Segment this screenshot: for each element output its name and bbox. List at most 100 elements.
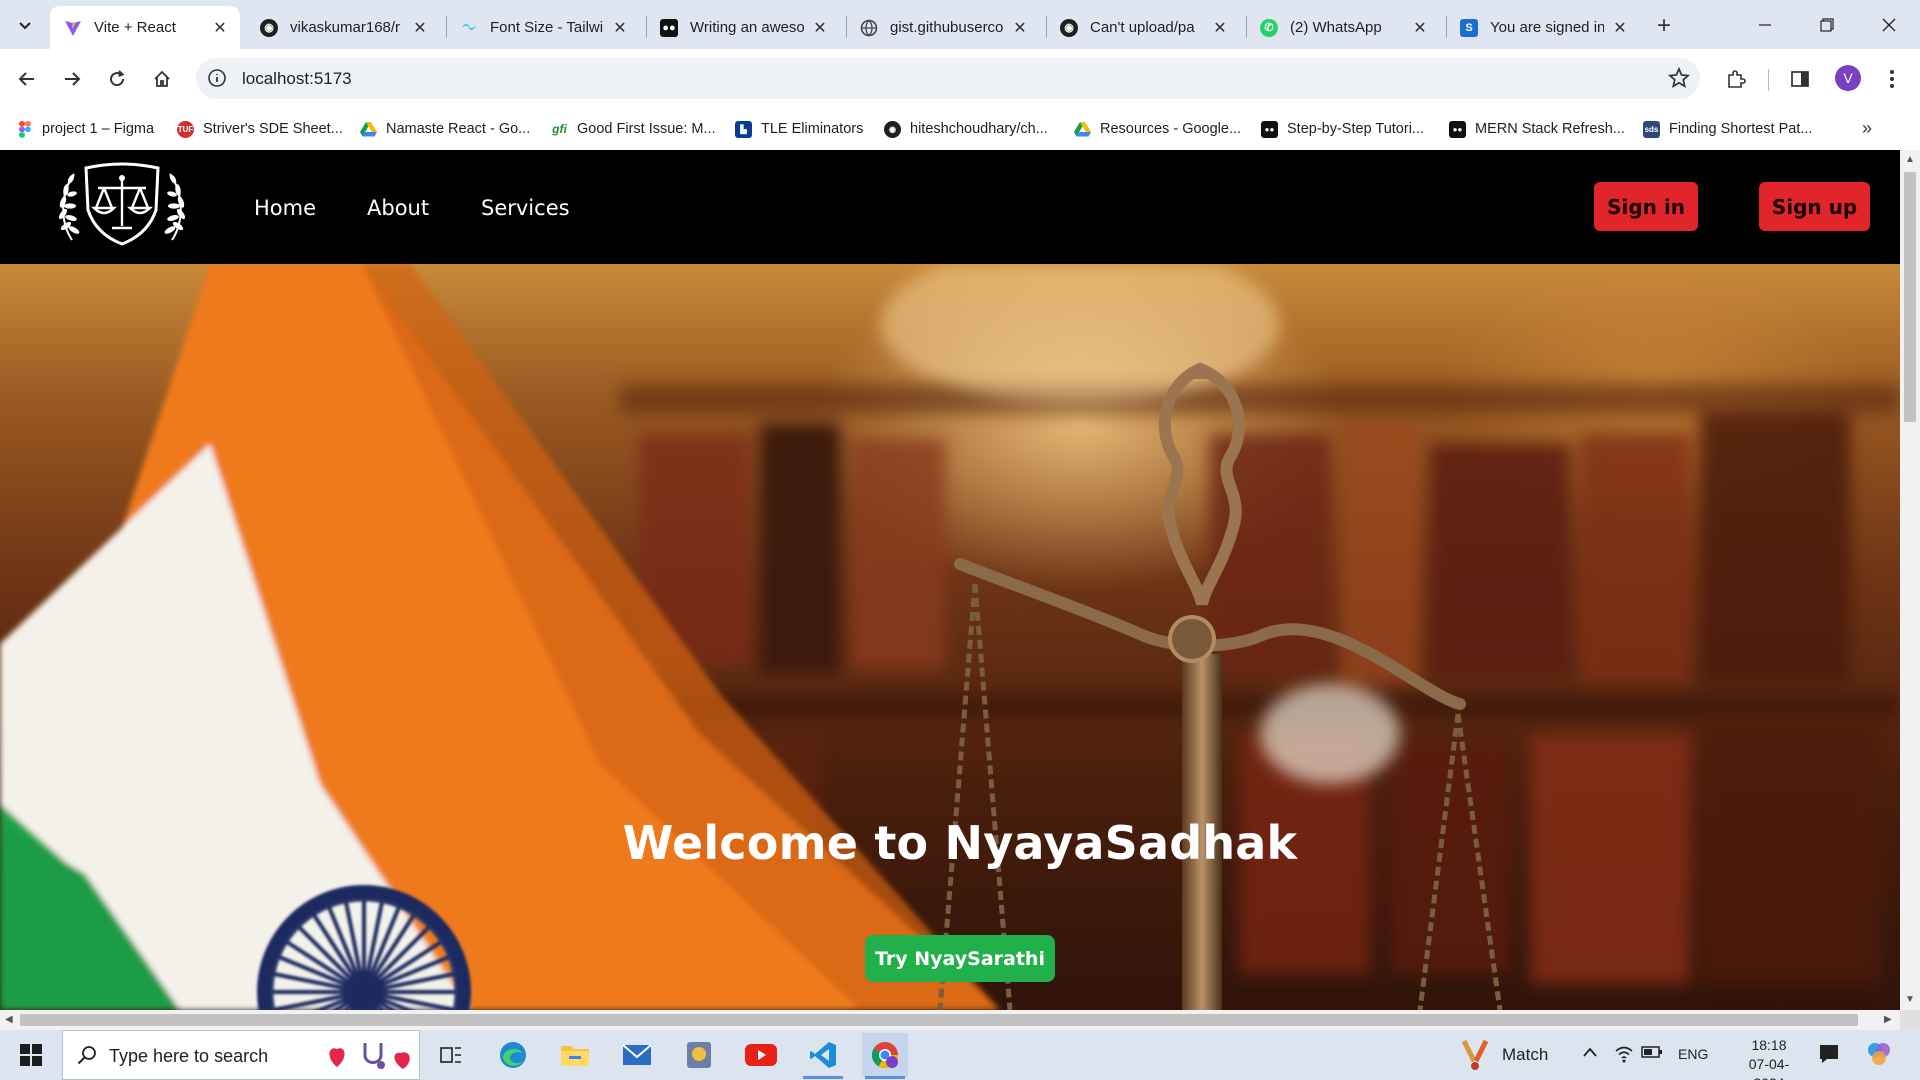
sign-up-button[interactable]: Sign up [1759, 182, 1870, 231]
extensions-button[interactable] [1719, 62, 1753, 96]
bookmark-hitesh[interactable]: ◉ hiteshchoudhary/ch... [884, 117, 1048, 141]
tab-github-issue[interactable]: ◉ Can't upload/pa ✕ [1046, 6, 1240, 49]
close-icon[interactable]: ✕ [810, 18, 830, 38]
medium-icon: ●● [1261, 120, 1278, 138]
bookmark-tle[interactable]: ▙ TLE Eliminators [735, 117, 863, 141]
tle-icon: ▙ [735, 120, 752, 138]
edge-browser-button[interactable] [490, 1037, 536, 1073]
tab-github-repo[interactable]: ◉ vikaskumar168/r ✕ [246, 6, 440, 49]
back-button[interactable] [10, 62, 44, 96]
home-icon [154, 70, 170, 87]
bookmark-striver[interactable]: TUF Striver's SDE Sheet... [177, 117, 343, 141]
bookmark-mern[interactable]: ●● MERN Stack Refresh... [1449, 117, 1625, 141]
scroll-down-arrow-icon[interactable]: ▼ [1905, 994, 1915, 1005]
vscode-running-indicator [803, 1076, 843, 1079]
weather-widget[interactable] [1460, 1039, 1490, 1076]
vertical-scroll-thumb[interactable] [1904, 172, 1916, 422]
notification-icon[interactable] [1818, 1043, 1840, 1069]
bookmark-shortest-path[interactable]: sds Finding Shortest Pat... [1643, 117, 1812, 141]
tab-whatsapp[interactable]: ✆ (2) WhatsApp ✕ [1246, 6, 1440, 49]
file-explorer-button[interactable] [552, 1037, 598, 1073]
forward-button[interactable] [55, 62, 89, 96]
scroll-right-arrow-icon[interactable]: ▶ [1884, 1014, 1892, 1025]
weather-label[interactable]: Match [1502, 1045, 1548, 1065]
tab-title: Writing an aweso [690, 19, 804, 36]
tab-medium[interactable]: ●● Writing an aweso ✕ [646, 6, 840, 49]
close-window-button[interactable] [1858, 0, 1920, 49]
minimize-button[interactable] [1734, 0, 1796, 49]
nav-home-link[interactable]: Home [254, 196, 316, 220]
pinned-app-button[interactable] [676, 1037, 722, 1073]
tab-tailwind[interactable]: Font Size - Tailwi ✕ [446, 6, 640, 49]
new-tab-button[interactable]: + [1650, 12, 1678, 40]
nav-about-link[interactable]: About [367, 196, 429, 220]
justice-scales-logo[interactable] [52, 160, 192, 250]
close-icon[interactable]: ✕ [210, 18, 230, 38]
url-text[interactable]: localhost:5173 [242, 69, 352, 89]
tab-strip: Vite + React ✕ ◉ vikaskumar168/r ✕ Font … [0, 0, 1920, 49]
close-icon[interactable]: ✕ [1010, 18, 1030, 38]
home-button[interactable] [145, 62, 179, 96]
tab-vite-react[interactable]: Vite + React ✕ [50, 6, 240, 49]
close-icon[interactable]: ✕ [1210, 18, 1230, 38]
bookmark-namaste-react[interactable]: Namaste React - Go... [360, 117, 530, 141]
edge-icon [500, 1042, 526, 1068]
tab-title: Can't upload/pa [1090, 19, 1195, 36]
menu-button[interactable] [1875, 62, 1909, 96]
close-icon[interactable]: ✕ [410, 18, 430, 38]
bookmark-label: MERN Stack Refresh... [1475, 121, 1625, 137]
chevron-double-right-icon[interactable]: » [1862, 118, 1872, 139]
youtube-button[interactable] [738, 1037, 784, 1073]
close-icon[interactable]: ✕ [610, 18, 630, 38]
profile-avatar[interactable]: V [1835, 65, 1861, 91]
system-clock[interactable]: 18:18 07-04-2024 [1734, 1036, 1804, 1080]
nav-services-link[interactable]: Services [481, 196, 570, 220]
scroll-up-arrow-icon[interactable]: ▲ [1905, 154, 1915, 165]
scroll-left-arrow-icon[interactable]: ◀ [5, 1014, 13, 1025]
bookmark-star-icon[interactable] [1667, 66, 1691, 94]
bookmark-step-by-step[interactable]: ●● Step-by-Step Tutori... [1261, 117, 1424, 141]
bookmark-label: Finding Shortest Pat... [1669, 121, 1813, 137]
medal-app-icon [687, 1042, 711, 1068]
task-view-icon [440, 1047, 461, 1063]
side-panel-button[interactable] [1783, 62, 1817, 96]
bookmark-figma[interactable]: project 1 – Figma [16, 117, 154, 141]
start-button[interactable] [8, 1037, 54, 1073]
bookmark-resources[interactable]: Resources - Google... [1074, 117, 1241, 141]
tab-signed-in[interactable]: S You are signed in ✕ [1446, 6, 1640, 49]
chrome-button[interactable] [862, 1033, 908, 1077]
vertical-scrollbar[interactable]: ▲ ▼ [1900, 150, 1920, 1010]
bookmark-label: project 1 – Figma [42, 121, 155, 137]
copilot-icon[interactable] [1866, 1041, 1892, 1071]
close-icon[interactable]: ✕ [1410, 18, 1430, 38]
reload-button[interactable] [100, 62, 134, 96]
tab-search-button[interactable] [8, 9, 42, 41]
search-placeholder: Type here to search [109, 1046, 269, 1066]
scrollbar-corner [1900, 1010, 1920, 1030]
taskbar-search-box[interactable]: Type here to search [62, 1030, 420, 1080]
tab-gist[interactable]: gist.githubuserco ✕ [846, 6, 1040, 49]
mail-button[interactable] [614, 1037, 660, 1073]
bookmark-good-first-issue[interactable]: gfi Good First Issue: M... [551, 117, 715, 141]
site-info-icon[interactable] [207, 68, 227, 93]
sign-in-button[interactable]: Sign in [1594, 182, 1698, 231]
horizontal-scrollbar[interactable]: ◀ ▶ [0, 1010, 1900, 1030]
search-icon [77, 1046, 96, 1065]
chevron-up-icon[interactable] [1582, 1045, 1598, 1062]
try-nyaysarathi-button[interactable]: Try NyaySarathi [865, 935, 1055, 982]
restore-button[interactable] [1796, 0, 1858, 49]
vscode-button[interactable] [800, 1037, 846, 1073]
tailwind-icon [460, 19, 478, 37]
wifi-icon[interactable] [1614, 1045, 1634, 1067]
tab-title: You are signed in [1490, 19, 1604, 36]
puzzle-icon [1728, 70, 1746, 88]
address-bar[interactable]: localhost:5173 [196, 58, 1700, 99]
battery-icon[interactable] [1641, 1045, 1663, 1063]
search-highlight-doctor-icon [325, 1037, 417, 1080]
vite-icon [64, 19, 82, 37]
language-indicator[interactable]: ENG [1678, 1046, 1708, 1062]
horizontal-scroll-thumb[interactable] [20, 1014, 1858, 1026]
s-app-icon: S [1460, 18, 1478, 37]
task-view-button[interactable] [428, 1037, 474, 1073]
close-icon[interactable]: ✕ [1610, 18, 1630, 38]
